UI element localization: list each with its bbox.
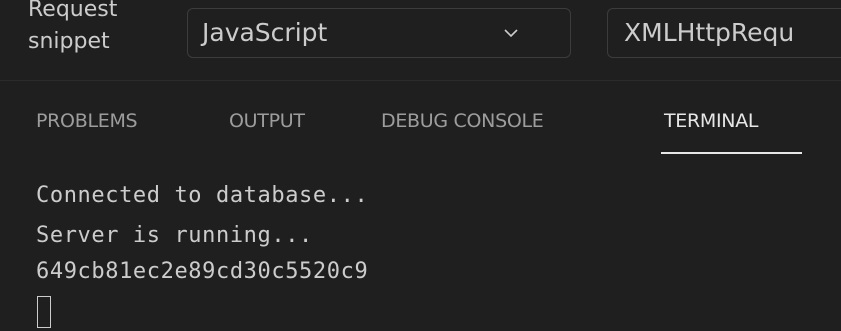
terminal-cursor [37,296,51,328]
snippet-toolbar: Request snippet JavaScript XMLHttpRequ [0,0,841,76]
language-select-value: JavaScript [202,18,328,47]
terminal-line: Connected to database... [36,183,369,208]
language-select[interactable]: JavaScript [187,8,571,58]
tab-terminal[interactable]: TERMINAL [664,107,759,135]
panel-tabs: PROBLEMS OUTPUT DEBUG CONSOLE TERMINAL [0,81,841,161]
tab-output[interactable]: OUTPUT [229,107,305,135]
tab-problems[interactable]: PROBLEMS [36,107,138,135]
chevron-down-icon [504,29,518,38]
terminal-output[interactable]: Connected to database... Server is runni… [0,162,841,331]
terminal-line: 649cb81ec2e89cd30c5520c9 [36,259,369,284]
terminal-line: Server is running... [36,223,313,248]
library-select-value: XMLHttpRequ [624,18,795,47]
active-tab-indicator [661,152,802,154]
request-snippet-label-text: Request snippet [28,0,118,54]
tab-debug-console[interactable]: DEBUG CONSOLE [381,107,544,135]
library-select[interactable]: XMLHttpRequ [607,8,841,58]
request-snippet-label: Request snippet [28,0,168,58]
